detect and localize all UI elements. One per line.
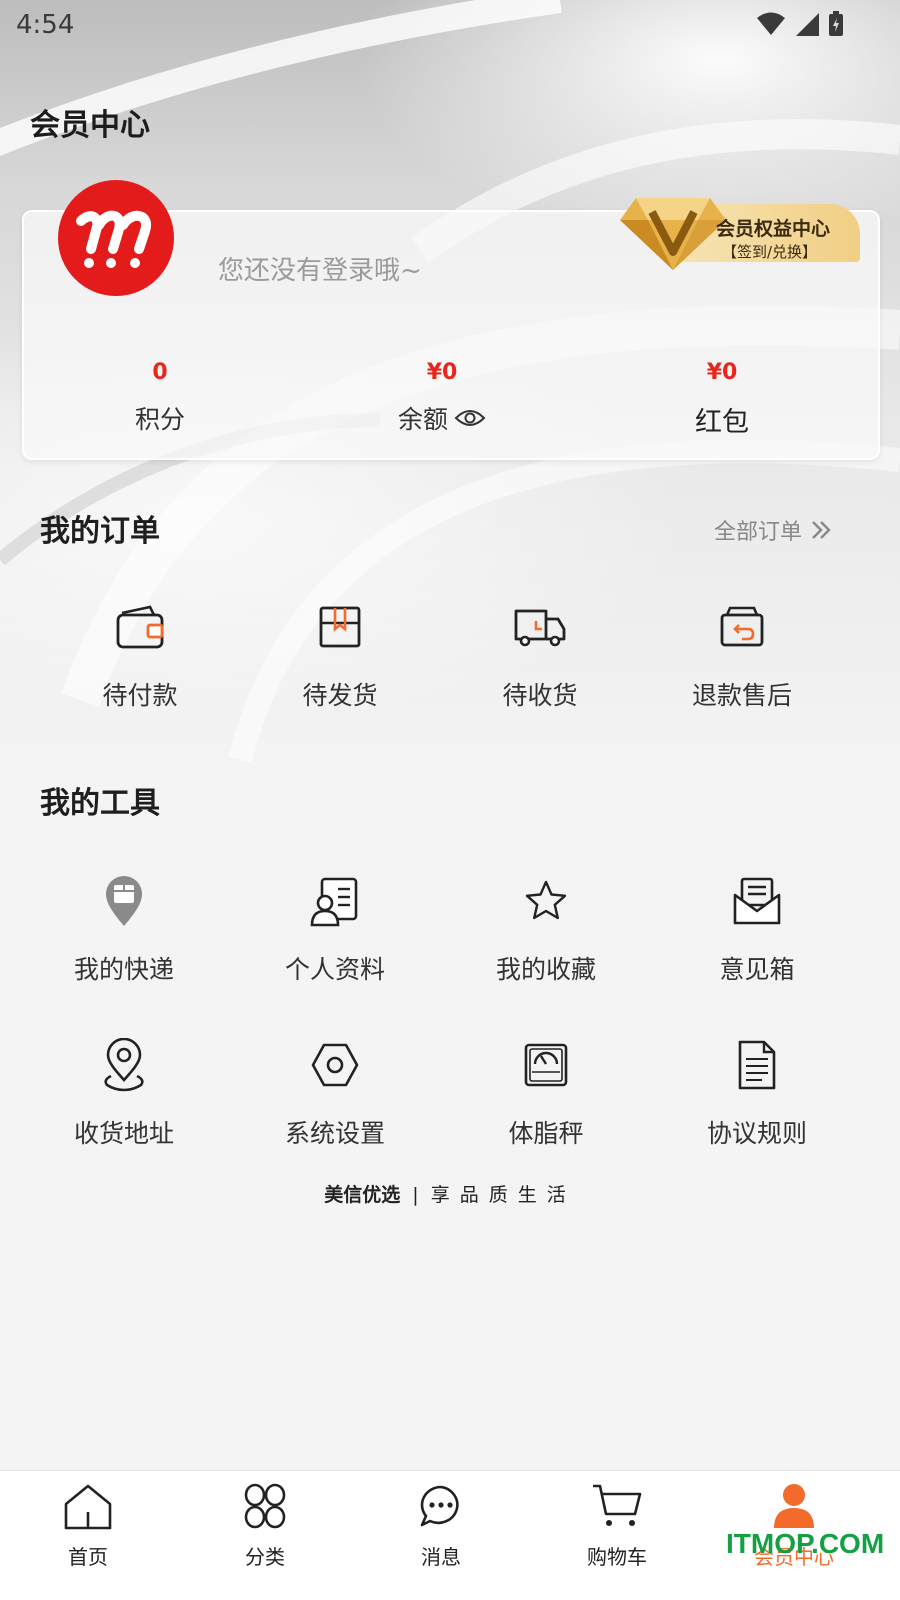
- mail-icon: [733, 877, 781, 925]
- tools-title: 我的工具: [40, 786, 160, 821]
- home-icon: [64, 1484, 112, 1530]
- balance-stat[interactable]: ¥0 余额: [352, 360, 532, 436]
- red-packet-label: 红包: [695, 407, 749, 438]
- tab-label: 首页: [68, 1545, 108, 1569]
- category-icon: [244, 1483, 286, 1529]
- slogan-tagline: 享品质生活: [430, 1184, 576, 1206]
- vip-subtitle: 【签到/兑换】: [722, 243, 818, 261]
- tool-label: 我的收藏: [495, 955, 596, 984]
- order-pending-shipment[interactable]: 待发货: [240, 598, 440, 712]
- document-icon: [738, 1040, 776, 1090]
- eye-icon[interactable]: [454, 408, 486, 428]
- order-refund[interactable]: 退款售后: [642, 598, 842, 712]
- brand-logo-icon: [76, 210, 152, 268]
- order-label: 待发货: [302, 681, 378, 710]
- vip-title: 会员权益中心: [716, 218, 831, 240]
- tab-cart[interactable]: 购物车: [557, 1481, 677, 1570]
- status-icons: [756, 10, 844, 38]
- points-stat[interactable]: 0 积分: [70, 360, 250, 436]
- tool-label: 个人资料: [284, 955, 385, 984]
- order-pending-payment[interactable]: 待付款: [40, 598, 240, 712]
- wallet-icon: [116, 605, 164, 649]
- slogan: 美信优选 | 享品质生活: [0, 1180, 900, 1207]
- diamond-v-icon: [620, 198, 726, 270]
- points-label: 积分: [134, 405, 185, 434]
- status-bar: 4:54: [0, 0, 900, 50]
- message-icon: [420, 1485, 459, 1527]
- star-icon: [525, 880, 567, 920]
- tab-label: 购物车: [587, 1545, 647, 1569]
- signal-icon: [796, 13, 819, 36]
- tab-category[interactable]: 分类: [205, 1481, 325, 1570]
- tool-profile[interactable]: 个人资料: [235, 872, 435, 986]
- settings-hex-icon: [311, 1043, 359, 1087]
- balance-label: 余额: [397, 405, 448, 434]
- user-icon: [774, 1484, 814, 1528]
- watermark: ITMOP.COM: [726, 1528, 885, 1559]
- balance-value: ¥0: [426, 360, 458, 385]
- tool-label: 协议规则: [706, 1119, 807, 1148]
- tool-my-express[interactable]: 我的快递: [24, 872, 224, 986]
- tab-label: 消息: [421, 1545, 461, 1569]
- tab-messages[interactable]: 消息: [381, 1481, 501, 1570]
- double-chevron-right-icon: [812, 521, 831, 539]
- page-title: 会员中心: [30, 108, 150, 143]
- tool-feedback[interactable]: 意见箱: [657, 872, 857, 986]
- scale-icon: [524, 1043, 568, 1087]
- vip-benefits-button[interactable]: 会员权益中心 【签到/兑换】: [618, 190, 862, 272]
- avatar[interactable]: [58, 180, 174, 296]
- red-packet-value: ¥0: [706, 360, 738, 385]
- slogan-brand: 美信优选: [324, 1184, 401, 1206]
- delivery-truck-icon: [514, 609, 566, 647]
- tool-body-scale[interactable]: 体脂秤: [446, 1036, 646, 1150]
- refund-icon: [720, 606, 764, 647]
- slogan-separator: |: [412, 1184, 419, 1206]
- wifi-icon: [757, 12, 785, 35]
- location-pin-icon: [104, 1038, 144, 1092]
- order-label: 退款售后: [691, 681, 792, 710]
- all-orders-link[interactable]: 全部订单: [714, 514, 832, 546]
- login-prompt[interactable]: 您还没有登录哦~: [218, 250, 422, 287]
- tab-label: 分类: [245, 1545, 285, 1569]
- tool-label: 系统设置: [284, 1119, 385, 1148]
- points-value: 0: [152, 360, 168, 385]
- tool-label: 体脂秤: [508, 1119, 584, 1148]
- package-icon: [319, 606, 361, 648]
- order-label: 待付款: [102, 681, 178, 710]
- cart-icon: [593, 1484, 642, 1526]
- orders-title: 我的订单: [40, 514, 160, 549]
- tool-label: 我的快递: [73, 955, 174, 984]
- tool-label: 意见箱: [719, 955, 795, 984]
- all-orders-label: 全部订单: [714, 520, 803, 545]
- tab-home[interactable]: 首页: [28, 1481, 148, 1570]
- tool-agreements[interactable]: 协议规则: [657, 1036, 857, 1150]
- tool-settings[interactable]: 系统设置: [235, 1036, 435, 1150]
- tool-address[interactable]: 收货地址: [24, 1036, 224, 1150]
- order-label: 待收货: [502, 681, 578, 710]
- profile-card-icon: [310, 877, 358, 927]
- battery-icon: [829, 11, 843, 36]
- status-time: 4:54: [16, 10, 75, 40]
- tool-label: 收货地址: [73, 1119, 174, 1148]
- order-pending-receipt[interactable]: 待收货: [440, 598, 640, 712]
- red-packet-stat[interactable]: ¥0 红包: [632, 360, 812, 439]
- tool-favorites[interactable]: 我的收藏: [446, 872, 646, 986]
- express-location-icon: [106, 876, 142, 926]
